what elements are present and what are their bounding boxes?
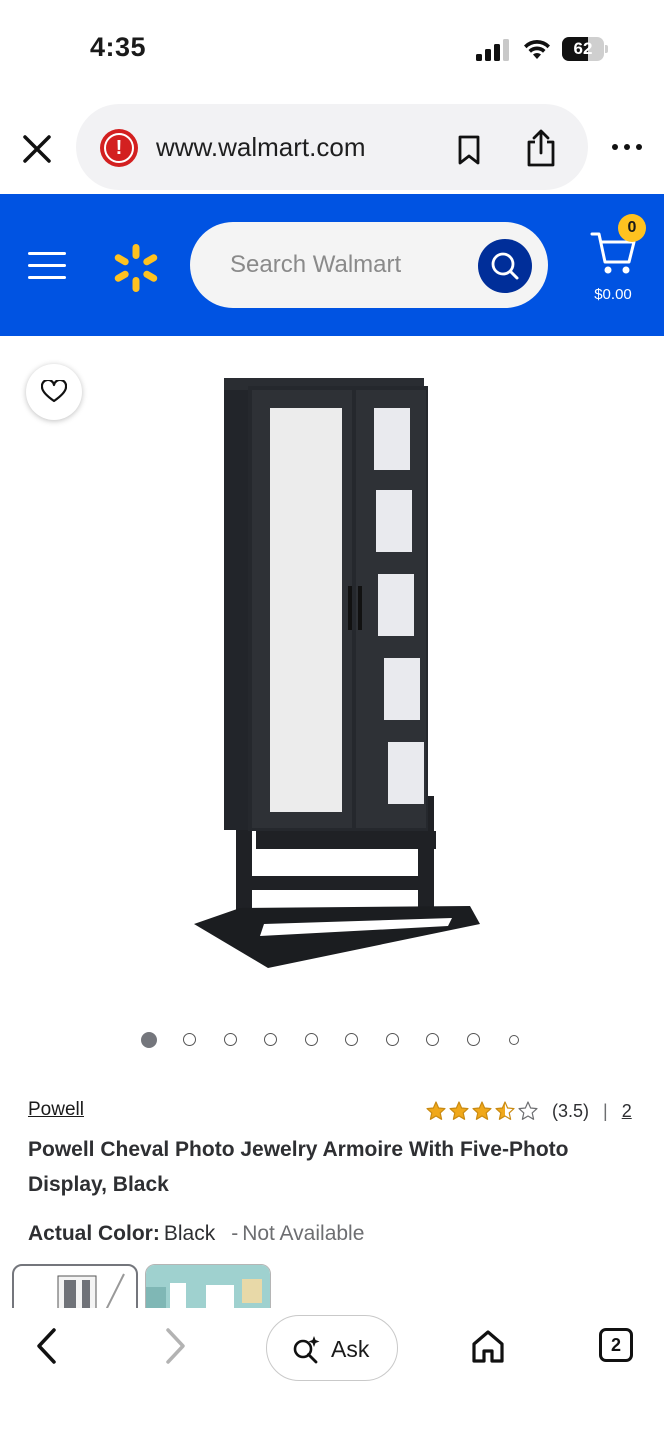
- search-input[interactable]: Search Walmart: [190, 222, 548, 308]
- rating-separator: |: [603, 1100, 608, 1121]
- star-icon: [426, 1101, 446, 1120]
- color-separator: -: [231, 1222, 239, 1245]
- status-time: 4:35: [90, 32, 147, 62]
- ask-sparkle-icon: [293, 1336, 320, 1364]
- url-text[interactable]: www.walmart.com: [156, 132, 365, 163]
- share-icon[interactable]: [524, 128, 558, 168]
- color-swatch-black[interactable]: [12, 1264, 138, 1308]
- rating-stars: [426, 1101, 538, 1121]
- star-icon: [472, 1101, 492, 1120]
- pagination-dot[interactable]: [345, 1033, 358, 1046]
- color-value: Black: [163, 1222, 216, 1245]
- cellular-signal-icon: [476, 39, 509, 61]
- pagination-dot[interactable]: [467, 1033, 480, 1046]
- battery-indicator: 62: [562, 37, 608, 61]
- pagination-dot[interactable]: [224, 1033, 237, 1046]
- home-icon[interactable]: [470, 1328, 506, 1364]
- warning-icon[interactable]: [100, 129, 138, 167]
- product-image: [194, 378, 480, 968]
- more-icon[interactable]: [610, 141, 644, 153]
- browser-toolbar: Ask 2: [0, 1308, 664, 1440]
- review-count-link[interactable]: 2: [622, 1101, 632, 1122]
- forward-icon[interactable]: [160, 1326, 190, 1366]
- star-icon: [449, 1101, 469, 1120]
- address-bar[interactable]: www.walmart.com: [76, 104, 588, 190]
- back-icon[interactable]: [32, 1326, 62, 1366]
- star-icon: [518, 1101, 538, 1120]
- status-bar: 4:35 62: [0, 0, 664, 100]
- heart-icon: [41, 380, 67, 403]
- close-icon[interactable]: [20, 132, 54, 166]
- star-icon: [495, 1101, 515, 1120]
- walmart-header: Search Walmart 0 $0.00: [0, 194, 664, 336]
- color-swatch-alt[interactable]: [145, 1264, 271, 1308]
- pagination-dot[interactable]: [264, 1033, 277, 1046]
- brand-link[interactable]: Powell: [28, 1099, 84, 1121]
- pagination-dot[interactable]: [305, 1033, 318, 1046]
- color-swatches: [0, 1264, 664, 1308]
- ask-label: Ask: [331, 1336, 370, 1362]
- product-title: Powell Cheval Photo Jewelry Armoire With…: [28, 1138, 569, 1196]
- rating-value: (3.5): [552, 1100, 590, 1121]
- menu-icon[interactable]: [28, 252, 66, 280]
- wifi-icon: [524, 39, 550, 59]
- product-image-carousel[interactable]: [0, 336, 664, 1066]
- image-pagination: [0, 1032, 664, 1050]
- cart-count-badge: 0: [618, 214, 646, 242]
- browser-bar: www.walmart.com: [0, 100, 664, 194]
- bookmark-icon[interactable]: [456, 134, 482, 166]
- color-selector-label: Actual Color: Black - Not Available: [28, 1222, 364, 1246]
- pagination-dot[interactable]: [183, 1033, 196, 1046]
- search-button[interactable]: [478, 239, 532, 293]
- cart-total: $0.00: [594, 286, 632, 303]
- pagination-dot[interactable]: [426, 1033, 439, 1046]
- color-label: Actual Color:: [28, 1222, 160, 1245]
- battery-percent: 62: [573, 39, 593, 58]
- pagination-dot[interactable]: [141, 1032, 157, 1048]
- favorite-button[interactable]: [26, 364, 82, 420]
- availability-status: Not Available: [242, 1222, 365, 1245]
- pagination-dot[interactable]: [509, 1035, 519, 1045]
- walmart-spark-logo[interactable]: [110, 242, 162, 294]
- search-placeholder: Search Walmart: [230, 251, 402, 278]
- pagination-dot[interactable]: [386, 1033, 399, 1046]
- ask-button[interactable]: Ask: [266, 1315, 398, 1381]
- tabs-icon[interactable]: 2: [599, 1328, 633, 1362]
- cart-button[interactable]: 0 $0.00: [586, 214, 656, 304]
- search-icon: [491, 252, 519, 280]
- rating-summary[interactable]: (3.5) | 2: [426, 1098, 632, 1124]
